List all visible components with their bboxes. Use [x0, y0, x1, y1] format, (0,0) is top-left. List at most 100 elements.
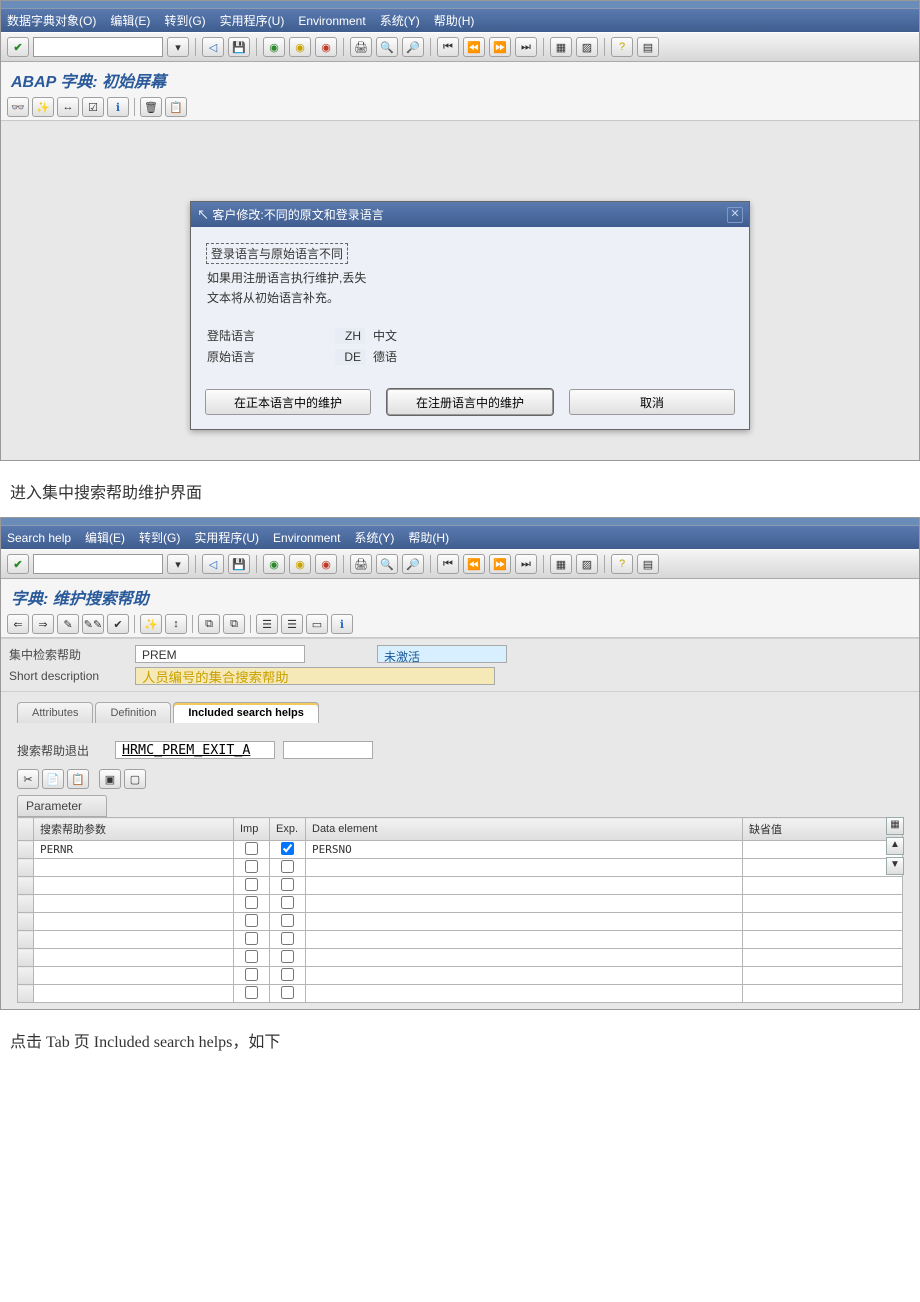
short-desc-input[interactable] — [135, 667, 495, 685]
help-icon-2[interactable]: ? — [611, 554, 633, 574]
prevpage-icon[interactable]: ⏪ — [463, 37, 485, 57]
table-row[interactable] — [18, 913, 903, 931]
exit-input[interactable] — [115, 741, 275, 759]
cancel-icon[interactable]: ◉ — [315, 37, 337, 57]
menu-searchhelp[interactable]: Search help — [7, 531, 71, 545]
nextpage-icon-2[interactable]: ⏩ — [489, 554, 511, 574]
menu-system[interactable]: 系统(Y) — [380, 12, 420, 29]
save-icon[interactable]: 💾 — [228, 37, 250, 57]
activate-icon[interactable]: ✨ — [32, 97, 54, 117]
paste-icon[interactable]: 📋 — [67, 769, 89, 789]
findnext-icon-2[interactable]: 🔎 — [402, 554, 424, 574]
table-row[interactable] — [18, 985, 903, 1003]
exp-checkbox[interactable] — [281, 878, 294, 891]
col-default[interactable]: 缺省值 — [743, 818, 903, 841]
tree2-icon[interactable]: ☰ — [281, 614, 303, 634]
de-cell[interactable]: PERSNO — [306, 841, 743, 859]
menu-dictobj[interactable]: 数据字典对象(O) — [7, 12, 96, 29]
maintain-original-button[interactable]: 在正本语言中的维护 — [205, 389, 371, 415]
where-used-icon[interactable]: ↔ — [57, 97, 79, 117]
lastpage-icon-2[interactable]: ⏭ — [515, 554, 537, 574]
firstpage-icon[interactable]: ⏮ — [437, 37, 459, 57]
menu-help[interactable]: 帮助(H) — [434, 12, 475, 29]
command-field[interactable] — [33, 37, 163, 57]
display-icon[interactable]: 👓 — [7, 97, 29, 117]
menu-util-2[interactable]: 实用程序(U) — [194, 529, 259, 546]
back-icon[interactable]: ◁ — [202, 37, 224, 57]
exp-checkbox[interactable] — [281, 986, 294, 999]
activate2-icon[interactable]: ✨ — [140, 614, 162, 634]
menu-goto-2[interactable]: 转到(G) — [139, 529, 180, 546]
print-icon[interactable]: 🖨 — [350, 37, 372, 57]
info2-icon[interactable]: ℹ — [331, 614, 353, 634]
exp-checkbox[interactable] — [281, 932, 294, 945]
tab-attributes[interactable]: Attributes — [17, 702, 93, 723]
display-change-icon[interactable]: ✎✎ — [82, 614, 104, 634]
exit-input-extra[interactable] — [283, 741, 373, 759]
imp-checkbox[interactable] — [245, 878, 258, 891]
table-row[interactable] — [18, 967, 903, 985]
command-field-2[interactable] — [33, 554, 163, 574]
table-row[interactable] — [18, 859, 903, 877]
other-object-icon[interactable]: ✎ — [57, 614, 79, 634]
nextpage-icon[interactable]: ⏩ — [489, 37, 511, 57]
check2-icon[interactable]: ✔ — [107, 614, 129, 634]
imp-checkbox[interactable] — [245, 968, 258, 981]
back-icon-2[interactable]: ◁ — [202, 554, 224, 574]
imp-checkbox[interactable] — [245, 950, 258, 963]
nav-back-icon[interactable]: ⇐ — [7, 614, 29, 634]
find-icon[interactable]: 🔍 — [376, 37, 398, 57]
cancel-button[interactable]: 取消 — [569, 389, 735, 415]
copy2-icon[interactable]: 📄 — [42, 769, 64, 789]
back2-icon-2[interactable]: ◉ — [263, 554, 285, 574]
shortcut-icon-2[interactable]: ▨ — [576, 554, 598, 574]
close-icon[interactable]: ✕ — [727, 207, 743, 223]
table-row[interactable]: PERNR PERSNO — [18, 841, 903, 859]
newsession-icon-2[interactable]: ▦ — [550, 554, 572, 574]
delete-row-icon[interactable]: ▢ — [124, 769, 146, 789]
exp-checkbox[interactable] — [281, 860, 294, 873]
menu-env-2[interactable]: Environment — [273, 531, 340, 545]
exp-checkbox[interactable] — [281, 968, 294, 981]
exit-icon-2[interactable]: ◉ — [289, 554, 311, 574]
param-cell[interactable]: PERNR — [34, 841, 234, 859]
where-used2-icon[interactable]: ↕ — [165, 614, 187, 634]
exp-checkbox[interactable] — [281, 950, 294, 963]
print-icon-2[interactable]: 🖨 — [350, 554, 372, 574]
tab-included-search-helps[interactable]: Included search helps — [173, 702, 319, 723]
imp-checkbox[interactable] — [245, 842, 258, 855]
enter-icon-2[interactable]: ✔ — [7, 554, 29, 574]
newsession-icon[interactable]: ▦ — [550, 37, 572, 57]
table-row[interactable] — [18, 949, 903, 967]
layout-icon[interactable]: ▤ — [637, 37, 659, 57]
copy-icon[interactable]: 📋 — [165, 97, 187, 117]
menu-env[interactable]: Environment — [298, 14, 365, 28]
exp-checkbox[interactable] — [281, 842, 294, 855]
save-icon-2[interactable]: 💾 — [228, 554, 250, 574]
info-icon[interactable]: ℹ — [107, 97, 129, 117]
imp-checkbox[interactable] — [245, 932, 258, 945]
doc-icon[interactable]: ▭ — [306, 614, 328, 634]
layout-icon-2[interactable]: ▤ — [637, 554, 659, 574]
table-row[interactable] — [18, 931, 903, 949]
hierarchy-icon[interactable]: ⧉ — [198, 614, 220, 634]
cut-icon[interactable]: ✂ — [17, 769, 39, 789]
menu-edit-2[interactable]: 编辑(E) — [85, 529, 125, 546]
delete-icon[interactable]: 🗑 — [140, 97, 162, 117]
imp-checkbox[interactable] — [245, 896, 258, 909]
insert-row-icon[interactable]: ▣ — [99, 769, 121, 789]
lastpage-icon[interactable]: ⏭ — [515, 37, 537, 57]
findnext-icon[interactable]: 🔎 — [402, 37, 424, 57]
menu-goto[interactable]: 转到(G) — [164, 12, 205, 29]
imp-checkbox[interactable] — [245, 986, 258, 999]
imp-checkbox[interactable] — [245, 860, 258, 873]
exp-checkbox[interactable] — [281, 896, 294, 909]
grid-config-icon[interactable]: ▦ — [886, 817, 904, 835]
check-icon[interactable]: ☑ — [82, 97, 104, 117]
find-icon-2[interactable]: 🔍 — [376, 554, 398, 574]
back2-icon[interactable]: ◉ — [263, 37, 285, 57]
shortcut-icon[interactable]: ▨ — [576, 37, 598, 57]
def-cell[interactable] — [743, 841, 903, 859]
hierarchy2-icon[interactable]: ⧉ — [223, 614, 245, 634]
col-dataelement[interactable]: Data element — [306, 818, 743, 841]
